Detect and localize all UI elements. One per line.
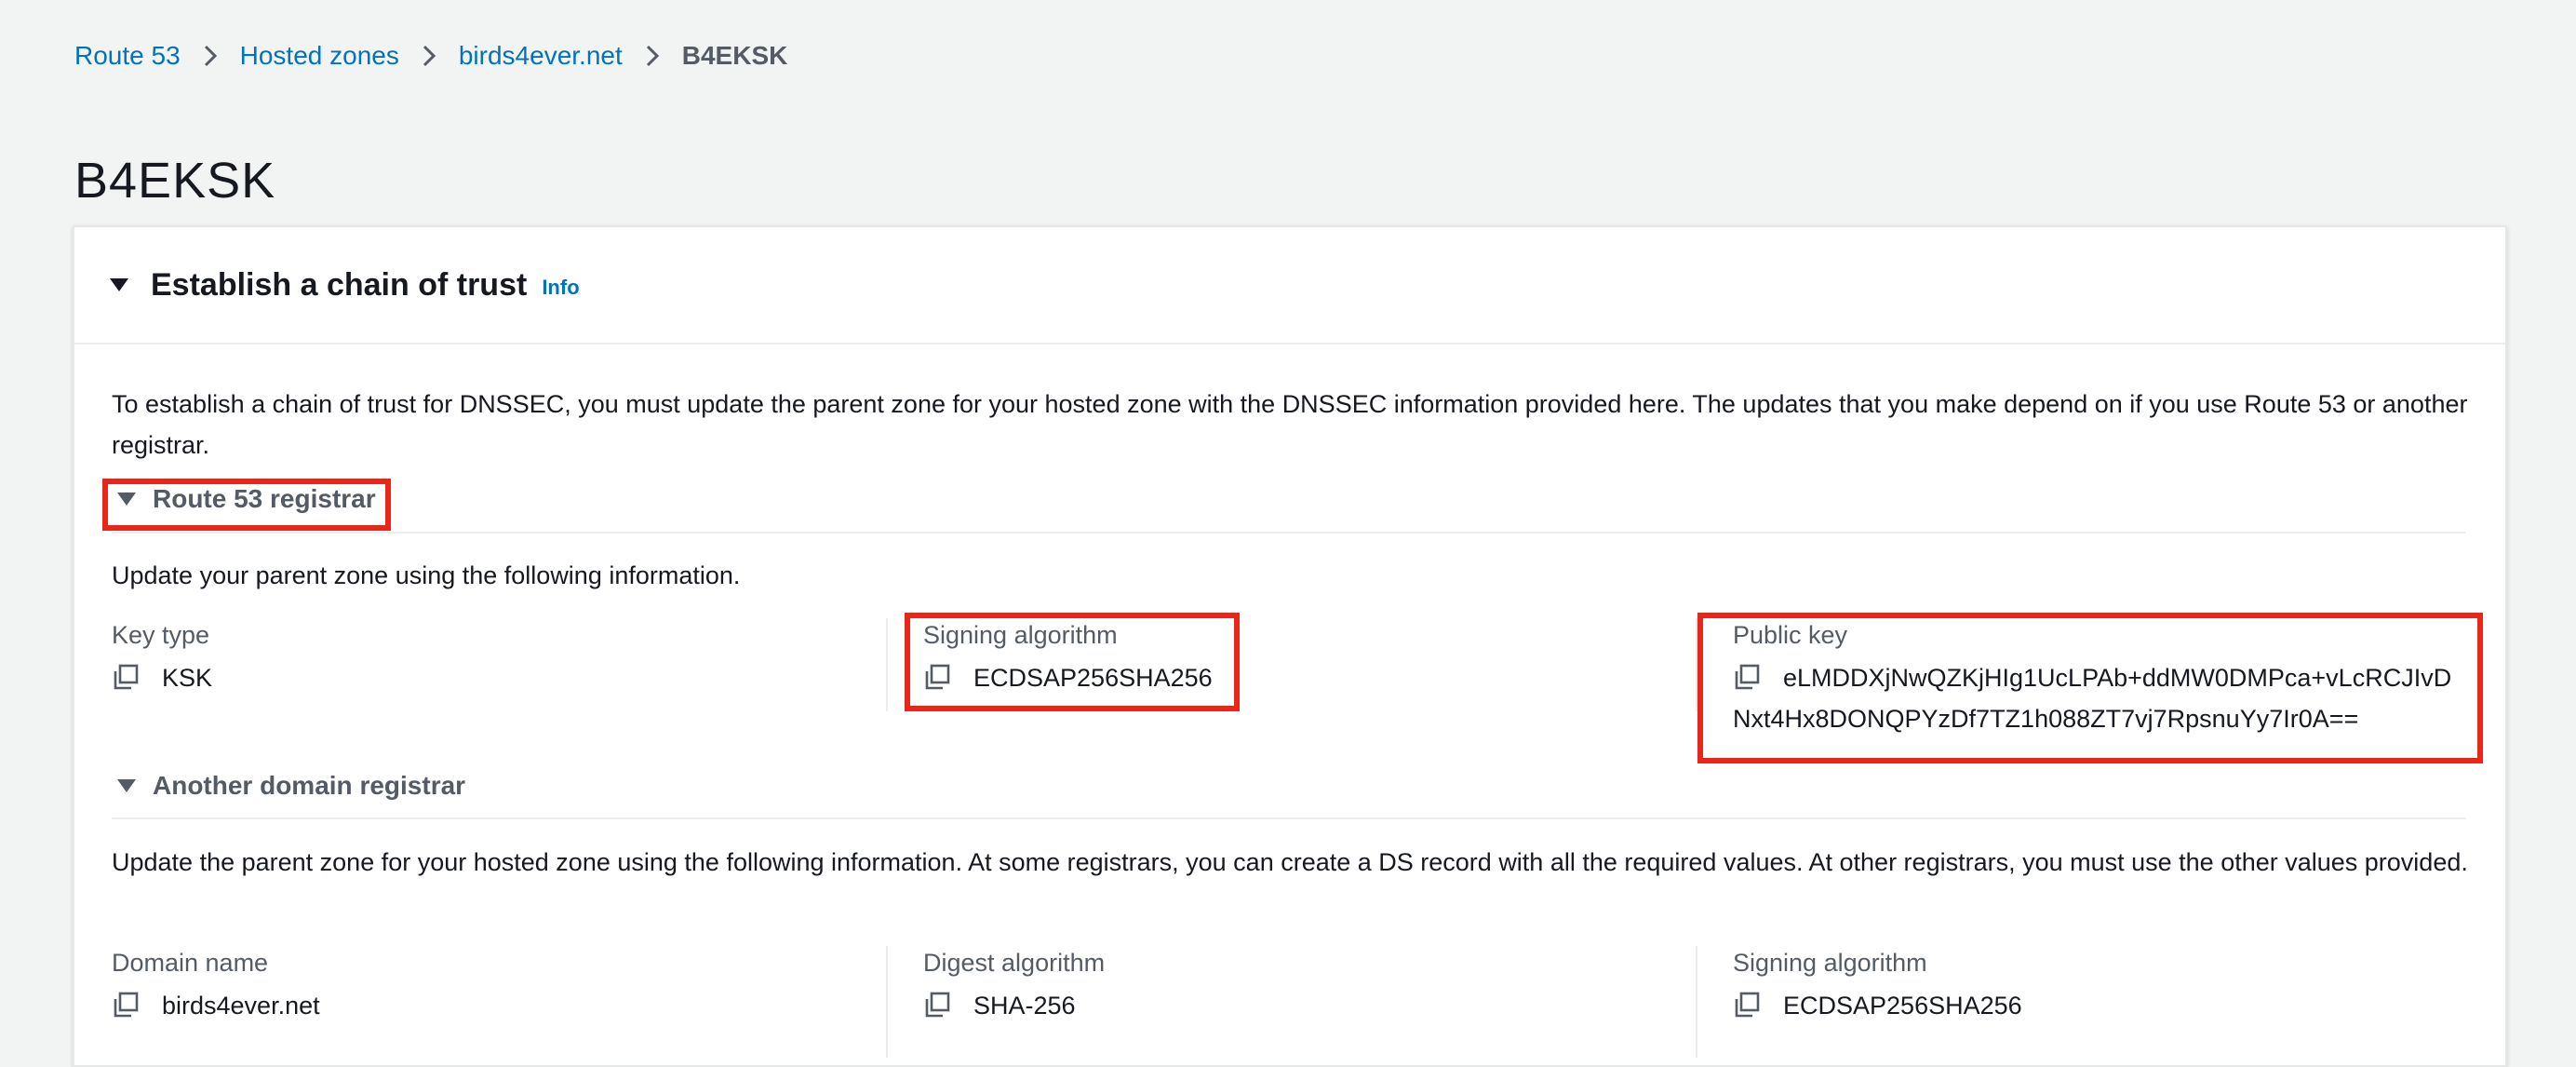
column-divider <box>886 618 888 711</box>
breadcrumb: Route 53 Hosted zones birds4ever.net B4E… <box>74 37 787 74</box>
route53-description: Update your parent zone using the follow… <box>112 561 741 589</box>
copy-icon[interactable] <box>112 664 140 692</box>
other-signing-algorithm-value: ECDSAP256SHA256 <box>1783 992 2022 1020</box>
column-divider <box>886 946 888 1058</box>
highlight-box <box>905 613 1240 711</box>
chain-of-trust-panel: Establish a chain of trust Info To estab… <box>73 225 2507 1067</box>
highlight-box <box>1697 613 2483 763</box>
column-divider <box>1696 946 1697 1058</box>
field-label: Domain name <box>112 949 269 977</box>
caret-down-icon[interactable] <box>110 278 128 291</box>
domain-name-field: Domain name birds4ever.net <box>112 946 320 1026</box>
divider <box>112 532 2466 534</box>
breadcrumb-route53[interactable]: Route 53 <box>74 37 181 74</box>
caret-down-icon <box>117 779 136 792</box>
field-label: Key type <box>112 621 210 649</box>
chevron-right-icon <box>643 43 662 69</box>
breadcrumb-zone[interactable]: birds4ever.net <box>459 37 623 74</box>
key-type-value: KSK <box>162 664 213 692</box>
breadcrumb-current: B4EKSK <box>681 41 788 70</box>
field-label: Digest algorithm <box>923 949 1106 977</box>
divider <box>112 817 2466 819</box>
breadcrumb-hosted-zones[interactable]: Hosted zones <box>240 37 399 74</box>
another-registrar-description: Update the parent zone for your hosted z… <box>112 848 2468 876</box>
other-signing-algorithm-field: Signing algorithm ECDSAP256SHA256 <box>1733 946 2022 1026</box>
key-type-field: Key type KSK <box>112 618 212 698</box>
highlight-box <box>102 479 391 531</box>
copy-icon[interactable] <box>923 992 951 1020</box>
copy-icon[interactable] <box>1733 992 1761 1020</box>
field-label: Signing algorithm <box>1733 949 1927 977</box>
chevron-right-icon <box>420 43 438 69</box>
copy-icon[interactable] <box>112 992 140 1020</box>
panel-intro: To establish a chain of trust for DNSSEC… <box>112 390 2468 459</box>
domain-name-value: birds4ever.net <box>162 992 320 1020</box>
panel-header[interactable]: Establish a chain of trust Info <box>74 227 2505 344</box>
digest-algorithm-field: Digest algorithm SHA-256 <box>923 946 1105 1026</box>
chevron-right-icon <box>201 43 220 69</box>
digest-algorithm-value: SHA-256 <box>973 992 1076 1020</box>
panel-title: Establish a chain of trust <box>151 266 528 303</box>
page-title: B4EKSK <box>74 153 276 209</box>
another-registrar-toggle[interactable]: Another domain registrar <box>117 771 465 801</box>
section-label: Another domain registrar <box>153 771 466 800</box>
info-link[interactable]: Info <box>542 276 579 300</box>
